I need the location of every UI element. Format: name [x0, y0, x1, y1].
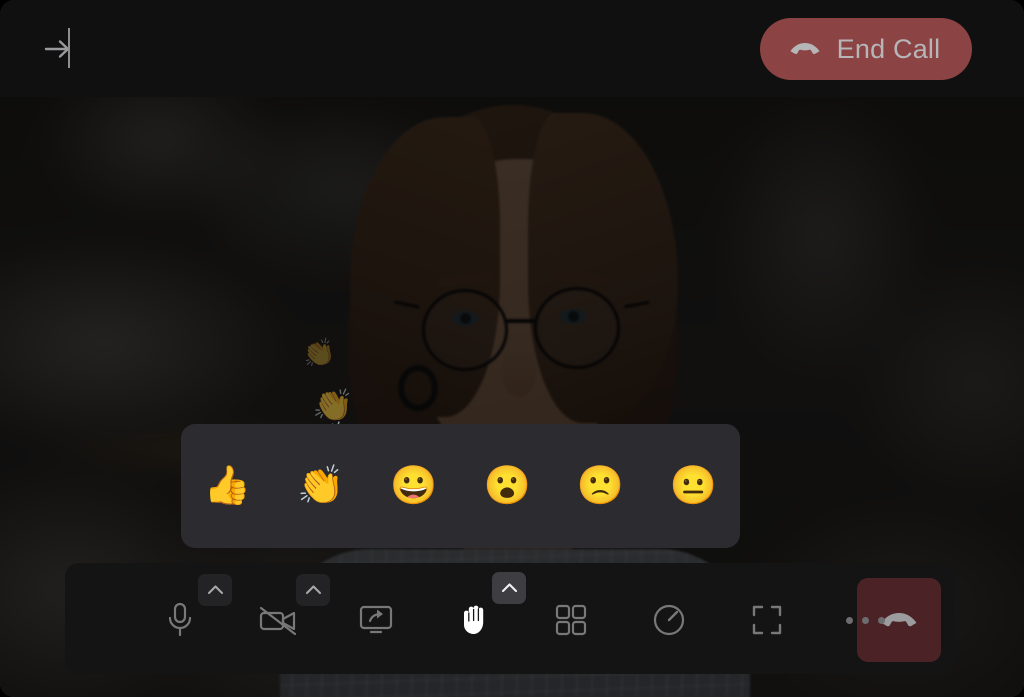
call-control-bar — [65, 563, 955, 674]
reaction-face-with-open-mouth-button[interactable]: 😮 — [461, 424, 554, 548]
gallery-view-button[interactable] — [542, 591, 600, 649]
microphone-options-chevron-button[interactable] — [198, 574, 232, 606]
thumbs-up-icon: 👍 — [203, 465, 252, 507]
chevron-up-icon — [501, 581, 518, 596]
grinning-face-icon: 😀 — [390, 465, 438, 507]
reaction-picker-panel: 👍 👏 😀 😮 🙁 😐 — [181, 424, 740, 548]
camera-options-chevron-button[interactable] — [296, 574, 330, 606]
fullscreen-button[interactable] — [738, 591, 796, 649]
slightly-frowning-face-icon: 🙁 — [576, 465, 624, 507]
face-with-open-mouth-icon: 😮 — [483, 465, 531, 507]
reaction-neutral-face-button[interactable]: 😐 — [647, 424, 740, 548]
camera-off-icon — [258, 605, 298, 635]
hangup-phone-icon — [788, 38, 822, 61]
microphone-icon — [165, 602, 195, 638]
reaction-grinning-face-button[interactable]: 😀 — [367, 424, 460, 548]
arrow-right-to-line-icon — [44, 37, 78, 61]
raise-hand-options-chevron-button[interactable] — [492, 572, 526, 604]
gauge-icon — [652, 603, 686, 637]
eyeglasses — [393, 285, 651, 373]
grid-view-icon — [555, 604, 587, 636]
clapping-hands-icon: 👏 — [297, 465, 345, 507]
screen-share-icon — [358, 604, 394, 636]
video-call-window: End Call 👏 👏 👍 👏 😀 😮 🙁 😐 — [0, 0, 1024, 697]
fullscreen-expand-icon — [751, 604, 783, 636]
exit-icon-button[interactable] — [44, 30, 90, 68]
more-options-button[interactable] — [836, 591, 894, 649]
chevron-up-icon — [207, 583, 224, 598]
reaction-thumbs-up-button[interactable]: 👍 — [181, 424, 274, 548]
share-screen-button[interactable] — [347, 591, 405, 649]
network-quality-button[interactable] — [640, 591, 698, 649]
raised-hand-icon — [457, 600, 491, 640]
reaction-slightly-frowning-face-button[interactable]: 🙁 — [554, 424, 647, 548]
chevron-up-icon — [305, 583, 322, 598]
neutral-face-icon: 😐 — [669, 465, 718, 507]
end-call-label: End Call — [836, 33, 941, 64]
top-bar: End Call — [0, 0, 1024, 97]
reaction-clapping-hands-button[interactable]: 👏 — [274, 424, 367, 548]
end-call-button[interactable]: End Call — [760, 18, 972, 80]
ellipsis-icon — [845, 616, 885, 624]
text-caret — [68, 28, 70, 68]
